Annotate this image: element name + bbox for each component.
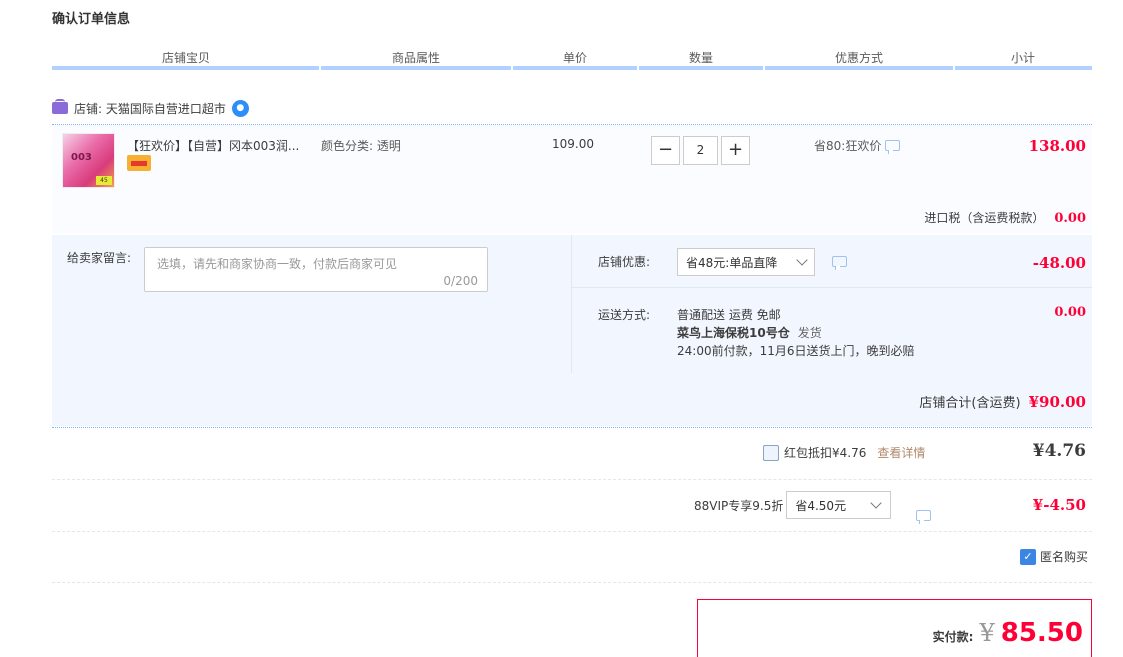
product-thumbnail[interactable]: 003 45 <box>62 133 115 188</box>
vip-discount-value: ¥-4.50 <box>1032 496 1086 514</box>
shop-discount-select[interactable]: 省48元:单品直降 <box>677 248 815 276</box>
shipping-details: 普通配送 运费 免邮 菜鸟上海保税10号仓 发货 24:00前付款，11月6日送货… <box>677 306 915 360</box>
red-packet-label: 红包抵扣¥4.76 <box>784 446 867 460</box>
header-divider <box>319 66 321 70</box>
seller-message-placeholder: 选填，请先和商家协商一致，付款后商家可见 <box>157 257 398 271</box>
column-header-item: 店铺宝贝 <box>161 51 210 65</box>
column-header-quantity: 数量 <box>688 51 713 65</box>
character-counter: 0/200 <box>443 274 478 288</box>
vip-discount-select[interactable]: 省4.50元 <box>786 491 892 519</box>
item-subtotal: 138.00 <box>1028 137 1086 155</box>
column-header-price: 单价 <box>562 51 587 65</box>
header-divider <box>763 66 765 70</box>
credit-card-icon <box>127 155 151 171</box>
quantity-input[interactable]: 2 <box>683 136 718 165</box>
shipping-method: 普通配送 运费 免邮 <box>677 308 781 322</box>
column-header-attribute: 商品属性 <box>391 51 440 65</box>
import-tax: 进口税（含运费税款） 0.00 <box>924 209 1086 226</box>
payment-label: 实付款: <box>932 630 974 644</box>
panel-divider <box>571 235 572 373</box>
header-divider <box>511 66 513 70</box>
product-attribute: 颜色分类: 透明 <box>321 139 401 153</box>
comment-icon[interactable] <box>832 256 847 270</box>
shipping-label: 运送方式: <box>598 308 651 322</box>
delivery-promise: 24:00前付款，11月6日送货上门，晚到必赔 <box>677 344 915 358</box>
shop-total-value: ¥90.00 <box>1028 393 1086 411</box>
header-divider <box>953 66 955 70</box>
shop-total-label: 店铺合计(含运费) <box>919 396 1021 411</box>
quantity-stepper: − 2 + <box>651 136 750 165</box>
red-packet-value: ¥4.76 <box>1032 441 1086 461</box>
header-divider <box>637 66 639 70</box>
divider <box>52 582 1092 583</box>
red-packet-row: 红包抵扣¥4.76 查看详情 <box>763 444 925 461</box>
wangwang-chat-icon[interactable]: ● <box>231 99 249 117</box>
shop-discount-value: -48.00 <box>1032 254 1086 272</box>
unit-price: 109.00 <box>552 137 594 151</box>
product-title[interactable]: 【狂欢价】【自营】冈本003润... <box>127 137 299 154</box>
seller-message-input[interactable]: 选填，请先和商家协商一致，付款后商家可见 0/200 <box>144 247 488 292</box>
panel-divider <box>572 287 1092 288</box>
payment-amount: 85.50 <box>1000 618 1083 648</box>
chevron-down-icon <box>870 497 883 509</box>
shipping-fee: 0.00 <box>1054 305 1086 320</box>
shop-total: 店铺合计(含运费) ¥90.00 <box>919 392 1086 411</box>
item-promotion: 省80:狂欢价 <box>814 137 901 154</box>
vip-discount-row: 88VIP专享9.5折 省4.50元 <box>694 491 892 519</box>
vip-selected: 省4.50元 <box>795 498 847 513</box>
divider <box>52 479 1092 480</box>
ship-from-suffix: 发货 <box>797 326 822 340</box>
currency-symbol: ¥ <box>979 619 995 647</box>
increase-quantity-button[interactable]: + <box>721 136 750 165</box>
column-header-subtotal: 小计 <box>1010 51 1035 65</box>
anonymous-purchase: ✓ 匿名购买 <box>1020 548 1088 565</box>
red-packet-checkbox[interactable] <box>763 444 779 461</box>
decrease-quantity-button[interactable]: − <box>651 136 680 165</box>
promotion-label: 省80:狂欢价 <box>814 139 882 153</box>
shop-name[interactable]: 店铺: 天猫国际自营进口超市 <box>74 100 226 117</box>
comment-icon[interactable] <box>885 140 901 154</box>
import-tax-value: 0.00 <box>1054 211 1086 226</box>
anonymous-checkbox[interactable]: ✓ <box>1020 548 1036 565</box>
chevron-down-icon <box>796 254 808 266</box>
header-underline <box>52 66 1092 70</box>
page-title: 确认订单信息 <box>52 12 131 27</box>
divider <box>52 531 1092 532</box>
warehouse-name: 菜鸟上海保税10号仓 <box>677 326 790 340</box>
divider <box>52 427 1092 428</box>
shop-discount-selected: 省48元:单品直降 <box>686 255 778 270</box>
seller-message-label: 给卖家留言: <box>67 251 132 265</box>
anonymous-label[interactable]: 匿名购买 <box>1040 548 1088 565</box>
tmall-shop-icon <box>52 99 68 114</box>
red-packet-details-link[interactable]: 查看详情 <box>877 444 925 461</box>
shop-discount-label: 店铺优惠: <box>598 255 651 269</box>
vip-label: 88VIP专享9.5折 <box>694 498 784 513</box>
import-tax-label: 进口税（含运费税款） <box>924 211 1045 225</box>
comment-icon[interactable] <box>916 510 931 524</box>
column-header-promo: 优惠方式 <box>834 51 883 65</box>
shop-header: 店铺: 天猫国际自营进口超市 ● <box>52 98 249 118</box>
payment-total: 实付款: ¥ 85.50 <box>933 618 1083 648</box>
